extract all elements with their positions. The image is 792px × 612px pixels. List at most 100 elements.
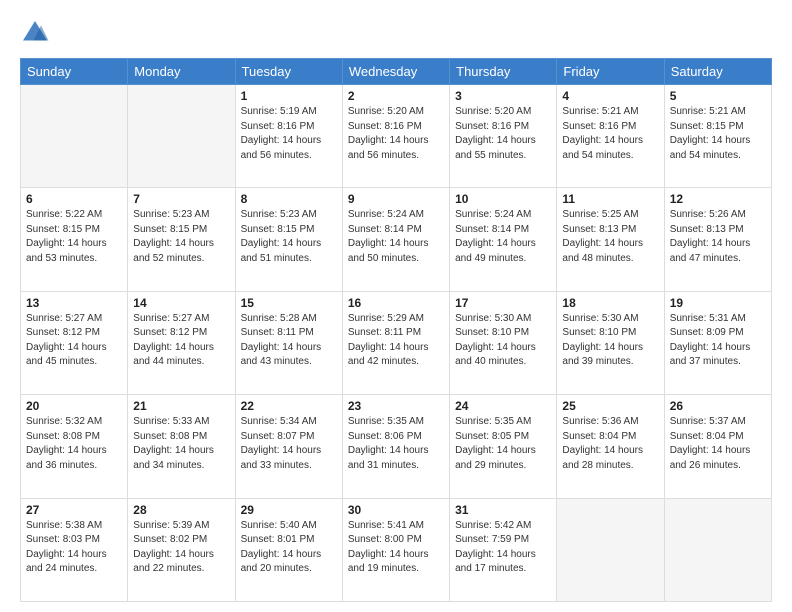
day-number: 5 [670, 89, 766, 103]
calendar-cell: 17Sunrise: 5:30 AMSunset: 8:10 PMDayligh… [450, 291, 557, 394]
calendar-cell: 6 Sunrise: 5:22 AMSunset: 8:15 PMDaylight… [21, 188, 128, 291]
weekday-header-tuesday: Tuesday [235, 59, 342, 85]
calendar-cell: 8Sunrise: 5:23 AMSunset: 8:15 PMDaylight… [235, 188, 342, 291]
calendar-cell: 18 Sunrise: 5:30 AMSunset: 8:10 PMDayligh… [557, 291, 664, 394]
week-row-1: 1 Sunrise: 5:19 AMSunset: 8:16 PMDaylight… [21, 85, 772, 188]
day-info: Sunrise: 5:36 AMSunset: 8:04 PMDaylight:… [562, 415, 658, 473]
calendar-cell [128, 85, 235, 188]
calendar-cell: 28 Sunrise: 5:39 AMSunset: 8:02 PMDayligh… [128, 498, 235, 601]
day-number: 20 [26, 399, 122, 413]
day-number: 18 [562, 296, 658, 310]
day-number: 21 [133, 399, 229, 413]
calendar-cell: 11 Sunrise: 5:25 AMSunset: 8:13 PMDayligh… [557, 188, 664, 291]
day-info: Sunrise: 5:26 AMSunset: 8:13 PMDaylight:… [670, 208, 766, 266]
day-number: 2 [348, 89, 444, 103]
day-info: Sunrise: 5:40 AMSunset: 8:01 PMDaylight:… [241, 519, 337, 577]
calendar-cell: 7Sunrise: 5:23 AMSunset: 8:15 PMDaylight… [128, 188, 235, 291]
day-number: 3 [455, 89, 551, 103]
calendar-cell: 23 Sunrise: 5:35 AMSunset: 8:06 PMDayligh… [342, 395, 449, 498]
day-info: Sunrise: 5:35 AMSunset: 8:05 PMDaylight:… [455, 415, 551, 473]
page: SundayMondayTuesdayWednesdayThursdayFrid… [0, 0, 792, 612]
day-info: Sunrise: 5:24 AMSunset: 8:14 PMDaylight:… [348, 208, 444, 266]
calendar-cell: 21 Sunrise: 5:33 AMSunset: 8:08 PMDayligh… [128, 395, 235, 498]
day-number: 15 [241, 296, 337, 310]
day-info: Sunrise: 5:38 AMSunset: 8:03 PMDaylight:… [26, 519, 122, 577]
day-info: Sunrise: 5:21 AMSunset: 8:15 PMDaylight:… [670, 105, 766, 163]
day-number: 14 [133, 296, 229, 310]
calendar-cell: 25Sunrise: 5:36 AMSunset: 8:04 PMDayligh… [557, 395, 664, 498]
day-info: Sunrise: 5:27 AMSunset: 8:12 PMDaylight:… [133, 312, 229, 370]
day-number: 13 [26, 296, 122, 310]
day-info: Sunrise: 5:35 AMSunset: 8:06 PMDaylight:… [348, 415, 444, 473]
week-row-3: 13 Sunrise: 5:27 AMSunset: 8:12 PMDayligh… [21, 291, 772, 394]
day-number: 30 [348, 503, 444, 517]
calendar-cell: 30 Sunrise: 5:41 AMSunset: 8:00 PMDayligh… [342, 498, 449, 601]
calendar-cell: 26 Sunrise: 5:37 AMSunset: 8:04 PMDayligh… [664, 395, 771, 498]
calendar-cell: 15 Sunrise: 5:28 AMSunset: 8:11 PMDayligh… [235, 291, 342, 394]
calendar-cell: 13 Sunrise: 5:27 AMSunset: 8:12 PMDayligh… [21, 291, 128, 394]
day-number: 24 [455, 399, 551, 413]
weekday-header-friday: Friday [557, 59, 664, 85]
day-number: 31 [455, 503, 551, 517]
day-info: Sunrise: 5:22 AMSunset: 8:15 PMDaylight:… [26, 208, 122, 266]
day-info: Sunrise: 5:23 AMSunset: 8:15 PMDaylight:… [241, 208, 337, 266]
calendar-cell [557, 498, 664, 601]
calendar-cell: 31Sunrise: 5:42 AMSunset: 7:59 PMDayligh… [450, 498, 557, 601]
calendar-cell: 14 Sunrise: 5:27 AMSunset: 8:12 PMDayligh… [128, 291, 235, 394]
calendar-cell: 20 Sunrise: 5:32 AMSunset: 8:08 PMDayligh… [21, 395, 128, 498]
calendar-cell: 24 Sunrise: 5:35 AMSunset: 8:05 PMDayligh… [450, 395, 557, 498]
day-info: Sunrise: 5:34 AMSunset: 8:07 PMDaylight:… [241, 415, 337, 473]
day-info: Sunrise: 5:30 AMSunset: 8:10 PMDaylight:… [562, 312, 658, 370]
calendar-cell [664, 498, 771, 601]
calendar-cell: 2Sunrise: 5:20 AMSunset: 8:16 PMDaylight… [342, 85, 449, 188]
day-number: 10 [455, 192, 551, 206]
calendar-table: SundayMondayTuesdayWednesdayThursdayFrid… [20, 58, 772, 602]
calendar-cell [21, 85, 128, 188]
day-info: Sunrise: 5:27 AMSunset: 8:12 PMDaylight:… [26, 312, 122, 370]
calendar-cell: 19 Sunrise: 5:31 AMSunset: 8:09 PMDayligh… [664, 291, 771, 394]
day-number: 9 [348, 192, 444, 206]
day-info: Sunrise: 5:39 AMSunset: 8:02 PMDaylight:… [133, 519, 229, 577]
weekday-header-thursday: Thursday [450, 59, 557, 85]
day-number: 19 [670, 296, 766, 310]
week-row-4: 20 Sunrise: 5:32 AMSunset: 8:08 PMDayligh… [21, 395, 772, 498]
weekday-header-wednesday: Wednesday [342, 59, 449, 85]
day-info: Sunrise: 5:32 AMSunset: 8:08 PMDaylight:… [26, 415, 122, 473]
day-number: 26 [670, 399, 766, 413]
calendar-cell: 3 Sunrise: 5:20 AMSunset: 8:16 PMDaylight… [450, 85, 557, 188]
header [20, 18, 772, 48]
logo [20, 18, 54, 48]
day-number: 16 [348, 296, 444, 310]
day-number: 23 [348, 399, 444, 413]
day-number: 6 [26, 192, 122, 206]
day-number: 7 [133, 192, 229, 206]
day-info: Sunrise: 5:29 AMSunset: 8:11 PMDaylight:… [348, 312, 444, 370]
calendar-cell: 16 Sunrise: 5:29 AMSunset: 8:11 PMDayligh… [342, 291, 449, 394]
day-info: Sunrise: 5:41 AMSunset: 8:00 PMDaylight:… [348, 519, 444, 577]
week-row-2: 6 Sunrise: 5:22 AMSunset: 8:15 PMDaylight… [21, 188, 772, 291]
calendar-cell: 22 Sunrise: 5:34 AMSunset: 8:07 PMDayligh… [235, 395, 342, 498]
day-number: 27 [26, 503, 122, 517]
day-info: Sunrise: 5:24 AMSunset: 8:14 PMDaylight:… [455, 208, 551, 266]
calendar-cell: 12 Sunrise: 5:26 AMSunset: 8:13 PMDayligh… [664, 188, 771, 291]
day-number: 1 [241, 89, 337, 103]
day-number: 4 [562, 89, 658, 103]
day-info: Sunrise: 5:28 AMSunset: 8:11 PMDaylight:… [241, 312, 337, 370]
day-info: Sunrise: 5:31 AMSunset: 8:09 PMDaylight:… [670, 312, 766, 370]
calendar-cell: 1 Sunrise: 5:19 AMSunset: 8:16 PMDaylight… [235, 85, 342, 188]
day-info: Sunrise: 5:30 AMSunset: 8:10 PMDaylight:… [455, 312, 551, 370]
day-info: Sunrise: 5:25 AMSunset: 8:13 PMDaylight:… [562, 208, 658, 266]
day-number: 12 [670, 192, 766, 206]
day-info: Sunrise: 5:19 AMSunset: 8:16 PMDaylight:… [241, 105, 337, 163]
day-info: Sunrise: 5:37 AMSunset: 8:04 PMDaylight:… [670, 415, 766, 473]
calendar-cell: 9 Sunrise: 5:24 AMSunset: 8:14 PMDaylight… [342, 188, 449, 291]
day-info: Sunrise: 5:33 AMSunset: 8:08 PMDaylight:… [133, 415, 229, 473]
day-info: Sunrise: 5:21 AMSunset: 8:16 PMDaylight:… [562, 105, 658, 163]
day-number: 29 [241, 503, 337, 517]
calendar-cell: 4 Sunrise: 5:21 AMSunset: 8:16 PMDaylight… [557, 85, 664, 188]
day-number: 22 [241, 399, 337, 413]
day-number: 11 [562, 192, 658, 206]
calendar-cell: 10 Sunrise: 5:24 AMSunset: 8:14 PMDayligh… [450, 188, 557, 291]
day-number: 28 [133, 503, 229, 517]
day-info: Sunrise: 5:20 AMSunset: 8:16 PMDaylight:… [455, 105, 551, 163]
